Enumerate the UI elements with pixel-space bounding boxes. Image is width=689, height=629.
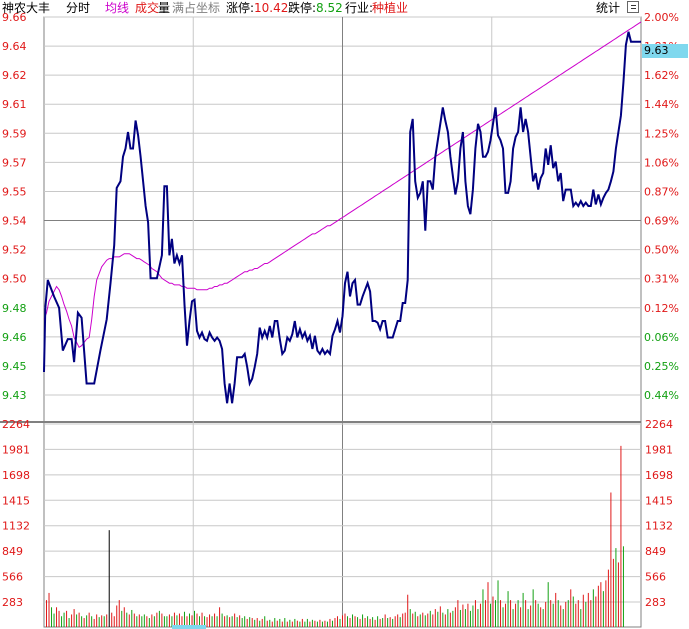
- mode-label[interactable]: 分时: [66, 0, 90, 16]
- percent-tick-label: 0.12%: [644, 302, 679, 315]
- industry-label: 行业:: [345, 1, 374, 15]
- price-tick-label: 9.50: [2, 273, 27, 286]
- percent-tick-label: 0.25%: [644, 360, 679, 373]
- price-tick-label: 9.59: [2, 127, 27, 140]
- volume-tick-label: 1132: [645, 520, 673, 533]
- grid-lines: [0, 16, 642, 628]
- percent-tick-label: 0.06%: [644, 331, 679, 344]
- volume-tick-label: 566: [645, 571, 666, 584]
- volume-tick-label: 2264: [645, 418, 673, 431]
- price-tick-label: 9.57: [2, 156, 27, 169]
- volume-tick-label: 2264: [2, 418, 30, 431]
- price-tick-label: 9.52: [2, 244, 27, 257]
- stats-button[interactable]: 统计: [596, 0, 620, 16]
- volume-tick-label: 849: [2, 545, 23, 558]
- limit-up-value: 10.42: [254, 1, 289, 15]
- volume-bars: [46, 445, 624, 627]
- scroll-thumb[interactable]: [172, 625, 206, 629]
- volume-label-b[interactable]: 量: [158, 0, 170, 16]
- price-tick-label: 9.48: [2, 302, 27, 315]
- price-axis: 9.669.649.629.619.599.579.559.549.529.50…: [2, 11, 27, 402]
- percent-tick-label: 1.06%: [644, 156, 679, 169]
- price-tick-label: 9.61: [2, 98, 27, 111]
- price-tick-label: 9.64: [2, 40, 27, 53]
- volume-tick-label: 1415: [2, 494, 30, 507]
- chart-header: 神农大丰 分时 均线 成交 量 满占坐标 涨停: 10.42 跌停: 8.52 …: [0, 0, 689, 16]
- volume-tick-label: 283: [2, 596, 23, 609]
- percent-axis: 2.00%1.81%1.62%1.44%1.25%1.06%0.87%0.69%…: [644, 11, 679, 402]
- price-tick-label: 9.55: [2, 185, 27, 198]
- avg-line-label[interactable]: 均线: [105, 0, 129, 16]
- volume-tick-label: 1132: [2, 520, 30, 533]
- stock-name[interactable]: 神农大丰: [2, 0, 50, 16]
- limit-down-label: 跌停:: [288, 1, 317, 15]
- volume-axis-left: 2264 1981 1698 1415 1132 849 566 283: [2, 418, 30, 609]
- volume-tick-label: 849: [645, 545, 666, 558]
- percent-tick-label: 1.25%: [644, 127, 679, 140]
- price-tick-label: 9.62: [2, 69, 27, 82]
- volume-tick-label: 1698: [2, 469, 30, 482]
- limit-up-label: 涨停:: [226, 1, 255, 15]
- intraday-chart: 9.669.649.629.619.599.579.559.549.529.50…: [0, 11, 679, 628]
- industry-value[interactable]: 种植业: [372, 0, 408, 16]
- percent-tick-label: 0.87%: [644, 185, 679, 198]
- percent-tick-label: 1.62%: [644, 69, 679, 82]
- percent-tick-label: 0.50%: [644, 244, 679, 257]
- limit-down-value: 8.52: [316, 1, 343, 15]
- current-price-badge: 9.63: [642, 44, 688, 58]
- percent-tick-label: 0.69%: [644, 215, 679, 228]
- coord-mode-label[interactable]: 满占坐标: [172, 0, 220, 16]
- volume-tick-label: 283: [645, 596, 666, 609]
- price-tick-label: 9.45: [2, 360, 27, 373]
- volume-tick-label: 1981: [645, 443, 673, 456]
- percent-tick-label: 0.44%: [644, 389, 679, 402]
- price-tick-label: 9.43: [2, 389, 27, 402]
- volume-tick-label: 1698: [645, 469, 673, 482]
- percent-tick-label: 0.31%: [644, 273, 679, 286]
- volume-tick-label: 566: [2, 571, 23, 584]
- volume-axis-right: 2264 1981 1698 1415 1132 849 566 283: [645, 418, 673, 609]
- price-tick-label: 9.54: [2, 215, 27, 228]
- volume-tick-label: 1981: [2, 443, 30, 456]
- price-tick-label: 9.46: [2, 331, 27, 344]
- volume-label-a[interactable]: 成交: [135, 0, 159, 16]
- percent-tick-label: 1.44%: [644, 98, 679, 111]
- volume-tick-label: 1415: [645, 494, 673, 507]
- window-menu-icon[interactable]: [627, 1, 639, 13]
